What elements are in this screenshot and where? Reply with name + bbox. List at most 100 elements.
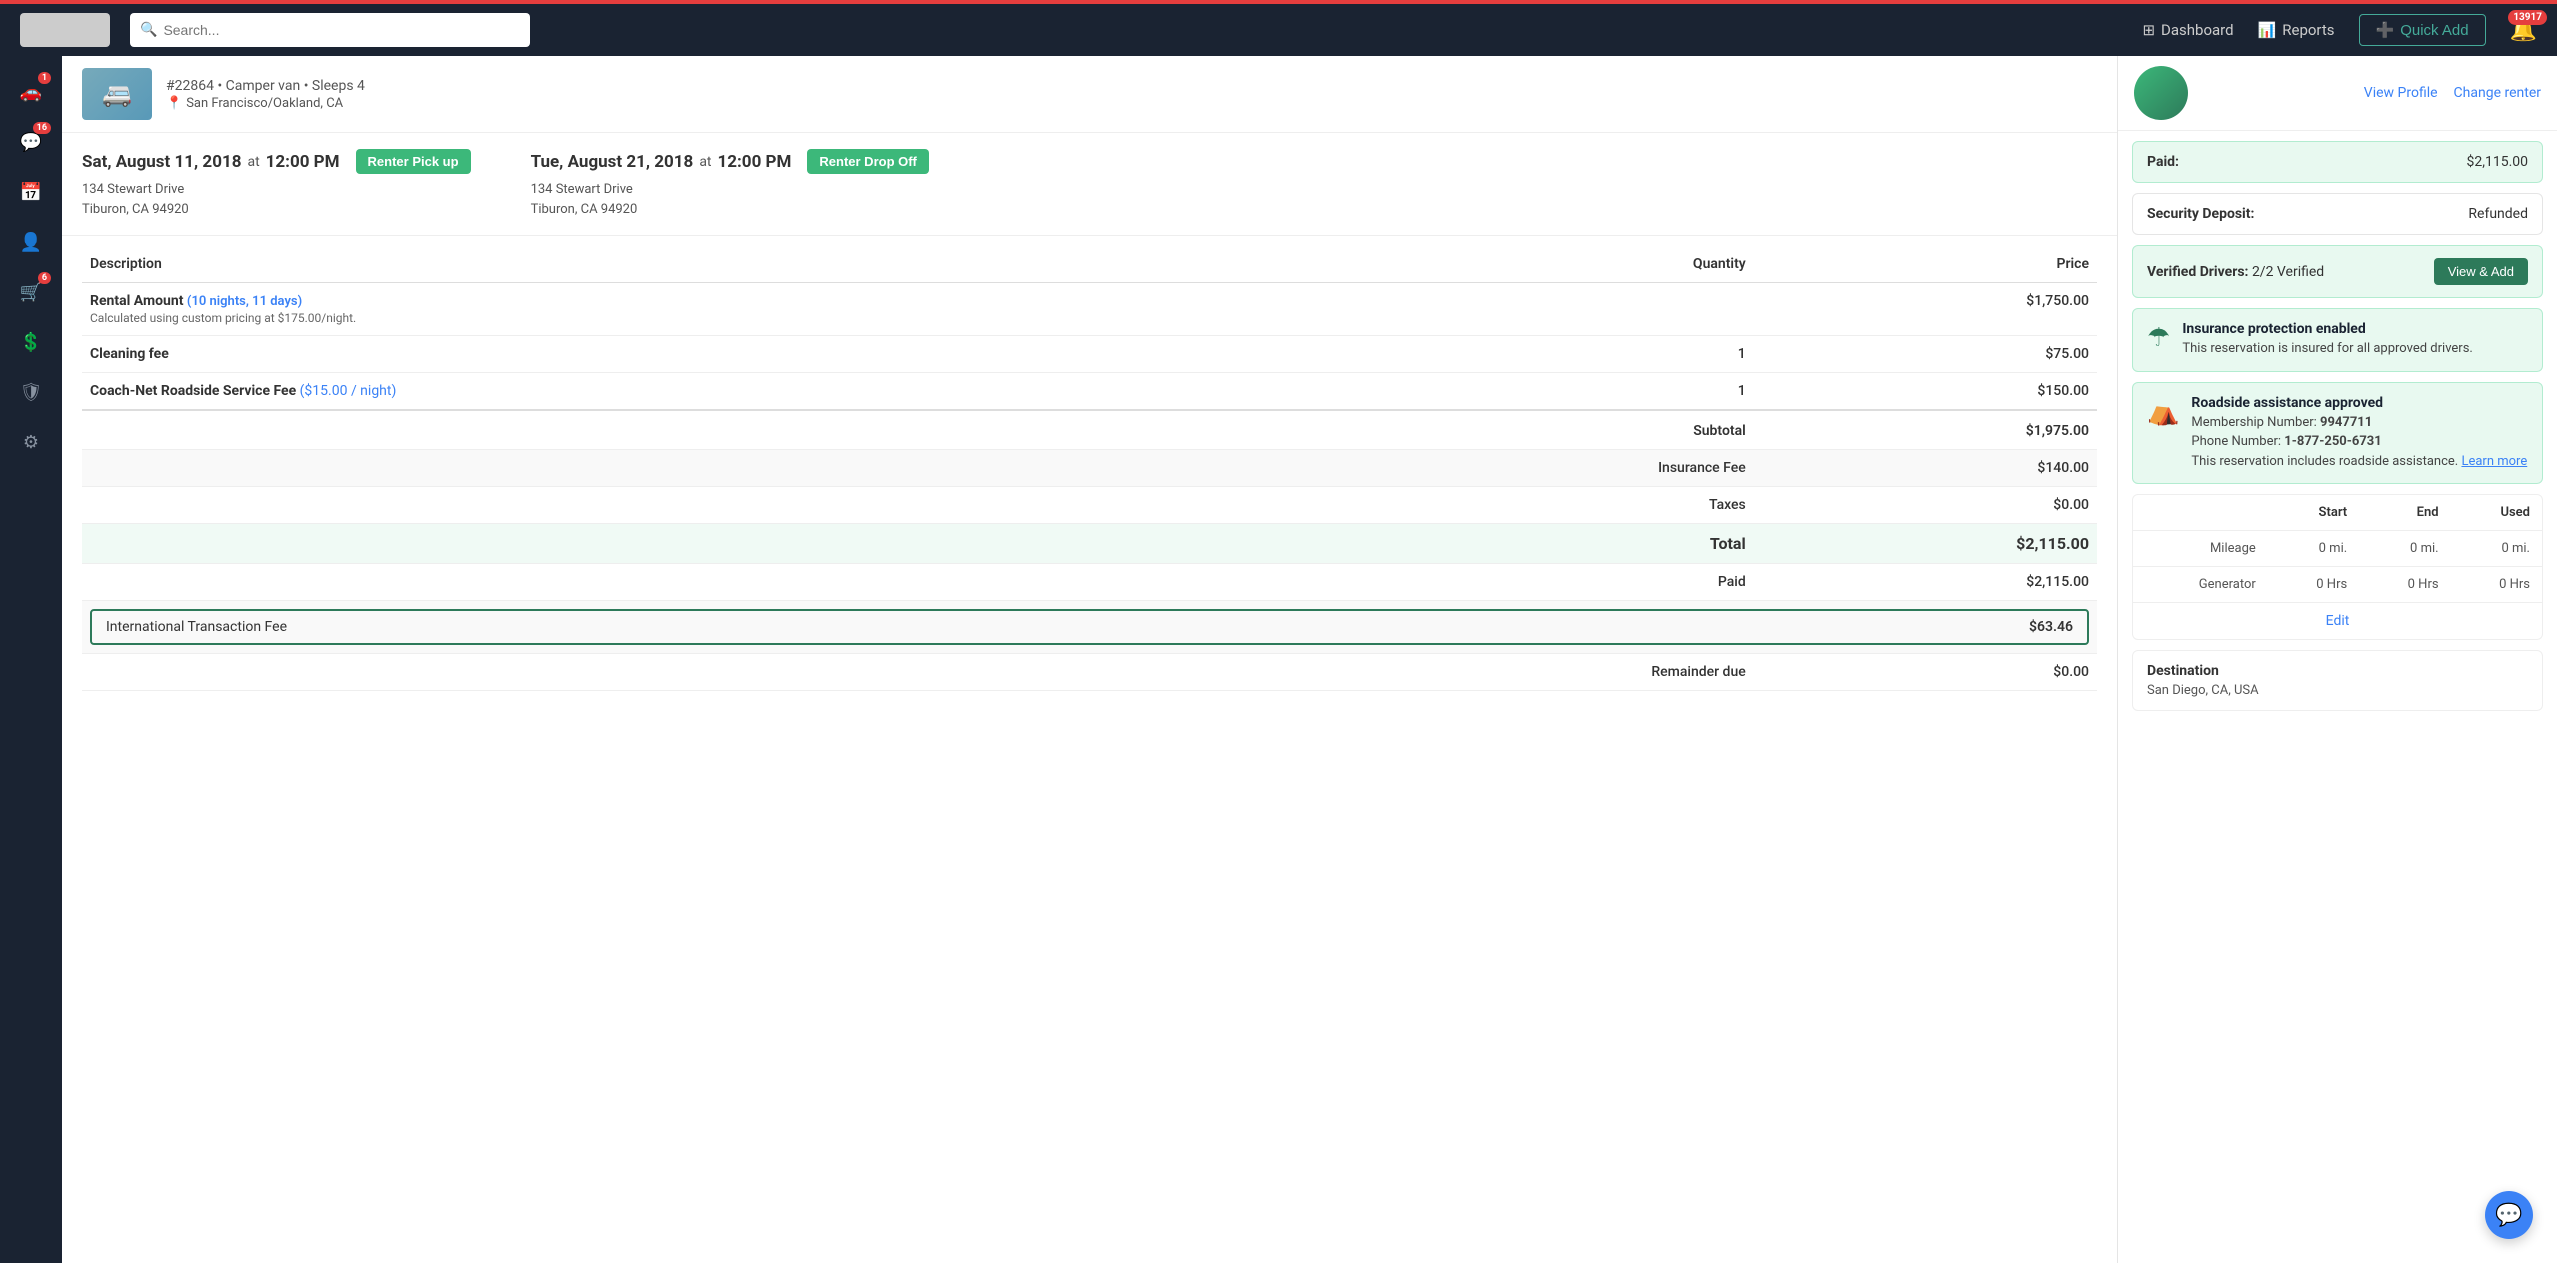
roadside-learn-more[interactable]: Learn more: [2461, 454, 2527, 469]
notifications-button[interactable]: 🔔 13917: [2510, 18, 2537, 43]
mileage-used: 0 mi.: [2451, 531, 2542, 567]
table-row: Mileage 0 mi. 0 mi. 0 mi.: [2133, 531, 2542, 567]
paid-val: $2,115.00: [1754, 564, 2097, 601]
dashboard-icon: ⊞: [2142, 21, 2155, 39]
insurance-fee-row: Insurance Fee $140.00: [82, 450, 2097, 487]
table-row: Generator 0 Hrs 0 Hrs 0 Hrs: [2133, 567, 2542, 603]
phone-val: 1-877-250-6731: [2284, 434, 2381, 449]
roadside-icon: ⛺: [2147, 397, 2179, 427]
sidebar-item-financials[interactable]: 💲: [9, 320, 53, 364]
reports-link[interactable]: 📊 Reports: [2258, 21, 2335, 39]
security-label: Security Deposit:: [2147, 206, 2254, 222]
top-nav: 🔍 ⊞ Dashboard 📊 Reports ➕ Quick Add 🔔 13…: [0, 0, 2557, 56]
invoice-section: Description Quantity Price Rental Amount…: [62, 246, 2117, 711]
plus-icon: ➕: [2376, 21, 2395, 39]
sidebar-item-calendar[interactable]: 📅: [9, 170, 53, 214]
insurance-body: This reservation is insured for all appr…: [2182, 339, 2473, 359]
search-icon: 🔍: [140, 22, 157, 38]
change-renter-link[interactable]: Change renter: [2454, 85, 2541, 101]
security-deposit-card: Security Deposit: Refunded: [2132, 193, 2543, 235]
renter-pickup-button[interactable]: Renter Pick up: [356, 149, 471, 174]
taxes-label: Taxes: [1327, 487, 1753, 524]
dropoff-date: Tue, August 21, 2018: [531, 152, 694, 172]
renter-dropoff-button[interactable]: Renter Drop Off: [807, 149, 929, 174]
verified-val: 2/2 Verified: [2252, 264, 2324, 280]
sidebar-item-renters[interactable]: 👤: [9, 220, 53, 264]
membership-val: 9947711: [2320, 415, 2372, 430]
sidebar-item-messages[interactable]: 💬 16: [9, 120, 53, 164]
subtotal-row: Subtotal $1,975.00: [82, 410, 2097, 450]
edit-mileage-link[interactable]: Edit: [2133, 602, 2542, 639]
nav-search[interactable]: 🔍: [130, 13, 530, 47]
sidebar-item-insurance[interactable]: 🛡: [9, 370, 53, 414]
verified-label: Verified Drivers:: [2147, 264, 2248, 280]
remainder-label: Remainder due: [1327, 654, 1753, 691]
dropoff-address: 134 Stewart Drive Tiburon, CA 94920: [531, 180, 929, 219]
total-val: $2,115.00: [1754, 524, 2097, 564]
table-row: Coach-Net Roadside Service Fee ($15.00 /…: [82, 373, 2097, 411]
destination-val: San Diego, CA, USA: [2147, 683, 2528, 698]
reports-icon: 📊: [2258, 21, 2277, 39]
intl-fee-val: $63.46: [2029, 619, 2073, 635]
profile-card: View Profile Change renter: [2118, 56, 2557, 131]
subtotal-label: Subtotal: [1327, 410, 1753, 450]
total-row: Total $2,115.00: [82, 524, 2097, 564]
paid-info-label: Paid:: [2147, 154, 2179, 170]
mileage-section: Start End Used Mileage 0 mi. 0 mi. 0 mi.…: [2132, 494, 2543, 640]
dates-row: Sat, August 11, 2018 at 12:00 PM Renter …: [62, 133, 2117, 236]
invoice-table: Description Quantity Price Rental Amount…: [82, 246, 2097, 691]
chat-bubble-button[interactable]: 💬: [2485, 1191, 2533, 1239]
mileage-table: Start End Used Mileage 0 mi. 0 mi. 0 mi.…: [2133, 495, 2542, 602]
roadside-desc: Coach-Net Roadside Service Fee ($15.00 /…: [82, 373, 1327, 411]
mileage-end: 0 mi.: [2359, 531, 2450, 567]
chat-bubble-icon: 💬: [2495, 1203, 2522, 1228]
roadside-price: $150.00: [1754, 373, 2097, 411]
mileage-start-header: Start: [2268, 495, 2359, 531]
paid-row: Paid $2,115.00: [82, 564, 2097, 601]
taxes-row: Taxes $0.00: [82, 487, 2097, 524]
pickup-block: Sat, August 11, 2018 at 12:00 PM Renter …: [82, 149, 471, 219]
sidebar-item-shop[interactable]: 🛒 6: [9, 270, 53, 314]
insurance-card: ☂ Insurance protection enabled This rese…: [2132, 308, 2543, 372]
generator-label: Generator: [2133, 567, 2268, 603]
generator-start: 0 Hrs: [2268, 567, 2359, 603]
nav-logo: [20, 13, 110, 47]
shield-icon: 🛡: [20, 382, 43, 403]
insurance-title: Insurance protection enabled: [2182, 321, 2473, 337]
insurance-fee-label: Insurance Fee: [1327, 450, 1753, 487]
cleaning-desc: Cleaning fee: [82, 336, 1327, 373]
shop-badge: 6: [38, 272, 51, 284]
destination-card: Destination San Diego, CA, USA: [2132, 650, 2543, 711]
col-price: Price: [1754, 246, 2097, 283]
view-add-button[interactable]: View & Add: [2434, 258, 2528, 285]
remainder-row: Remainder due $0.00: [82, 654, 2097, 691]
rental-price: $1,750.00: [1754, 283, 2097, 336]
vehicle-id: #22864 • Camper van • Sleeps 4: [166, 78, 365, 94]
intl-fee-row: International Transaction Fee $63.46: [82, 601, 2097, 654]
roadside-qty: 1: [1327, 373, 1753, 411]
sidebar-item-vehicles[interactable]: 🚗 1: [9, 70, 53, 114]
roadside-details: Membership Number: 9947711 Phone Number:…: [2191, 413, 2527, 472]
dropoff-block: Tue, August 21, 2018 at 12:00 PM Renter …: [531, 149, 929, 219]
search-input[interactable]: [163, 22, 520, 38]
notification-badge: 13917: [2508, 10, 2547, 25]
col-quantity: Quantity: [1327, 246, 1753, 283]
view-profile-link[interactable]: View Profile: [2364, 85, 2438, 101]
content-area: 🚐 #22864 • Camper van • Sleeps 4 📍 San F…: [62, 56, 2117, 1263]
messages-badge: 16: [33, 122, 51, 134]
quick-add-button[interactable]: ➕ Quick Add: [2359, 14, 2486, 46]
profile-actions: View Profile Change renter: [2364, 85, 2541, 101]
nav-actions: ⊞ Dashboard 📊 Reports ➕ Quick Add 🔔 1391…: [2142, 14, 2537, 46]
sidebar-item-settings[interactable]: ⚙: [9, 420, 53, 464]
intl-fee-label: International Transaction Fee: [106, 619, 287, 635]
vehicle-thumbnail: 🚐: [82, 68, 152, 120]
dashboard-link[interactable]: ⊞ Dashboard: [2142, 21, 2233, 39]
verified-drivers-card: Verified Drivers: 2/2 Verified View & Ad…: [2132, 245, 2543, 298]
pickup-time: 12:00 PM: [266, 152, 340, 172]
membership-label: Membership Number:: [2191, 415, 2316, 430]
taxes-val: $0.00: [1754, 487, 2097, 524]
calendar-icon: 📅: [20, 182, 42, 203]
rental-qty: [1327, 283, 1753, 336]
col-description: Description: [82, 246, 1327, 283]
phone-label: Phone Number:: [2191, 434, 2281, 449]
